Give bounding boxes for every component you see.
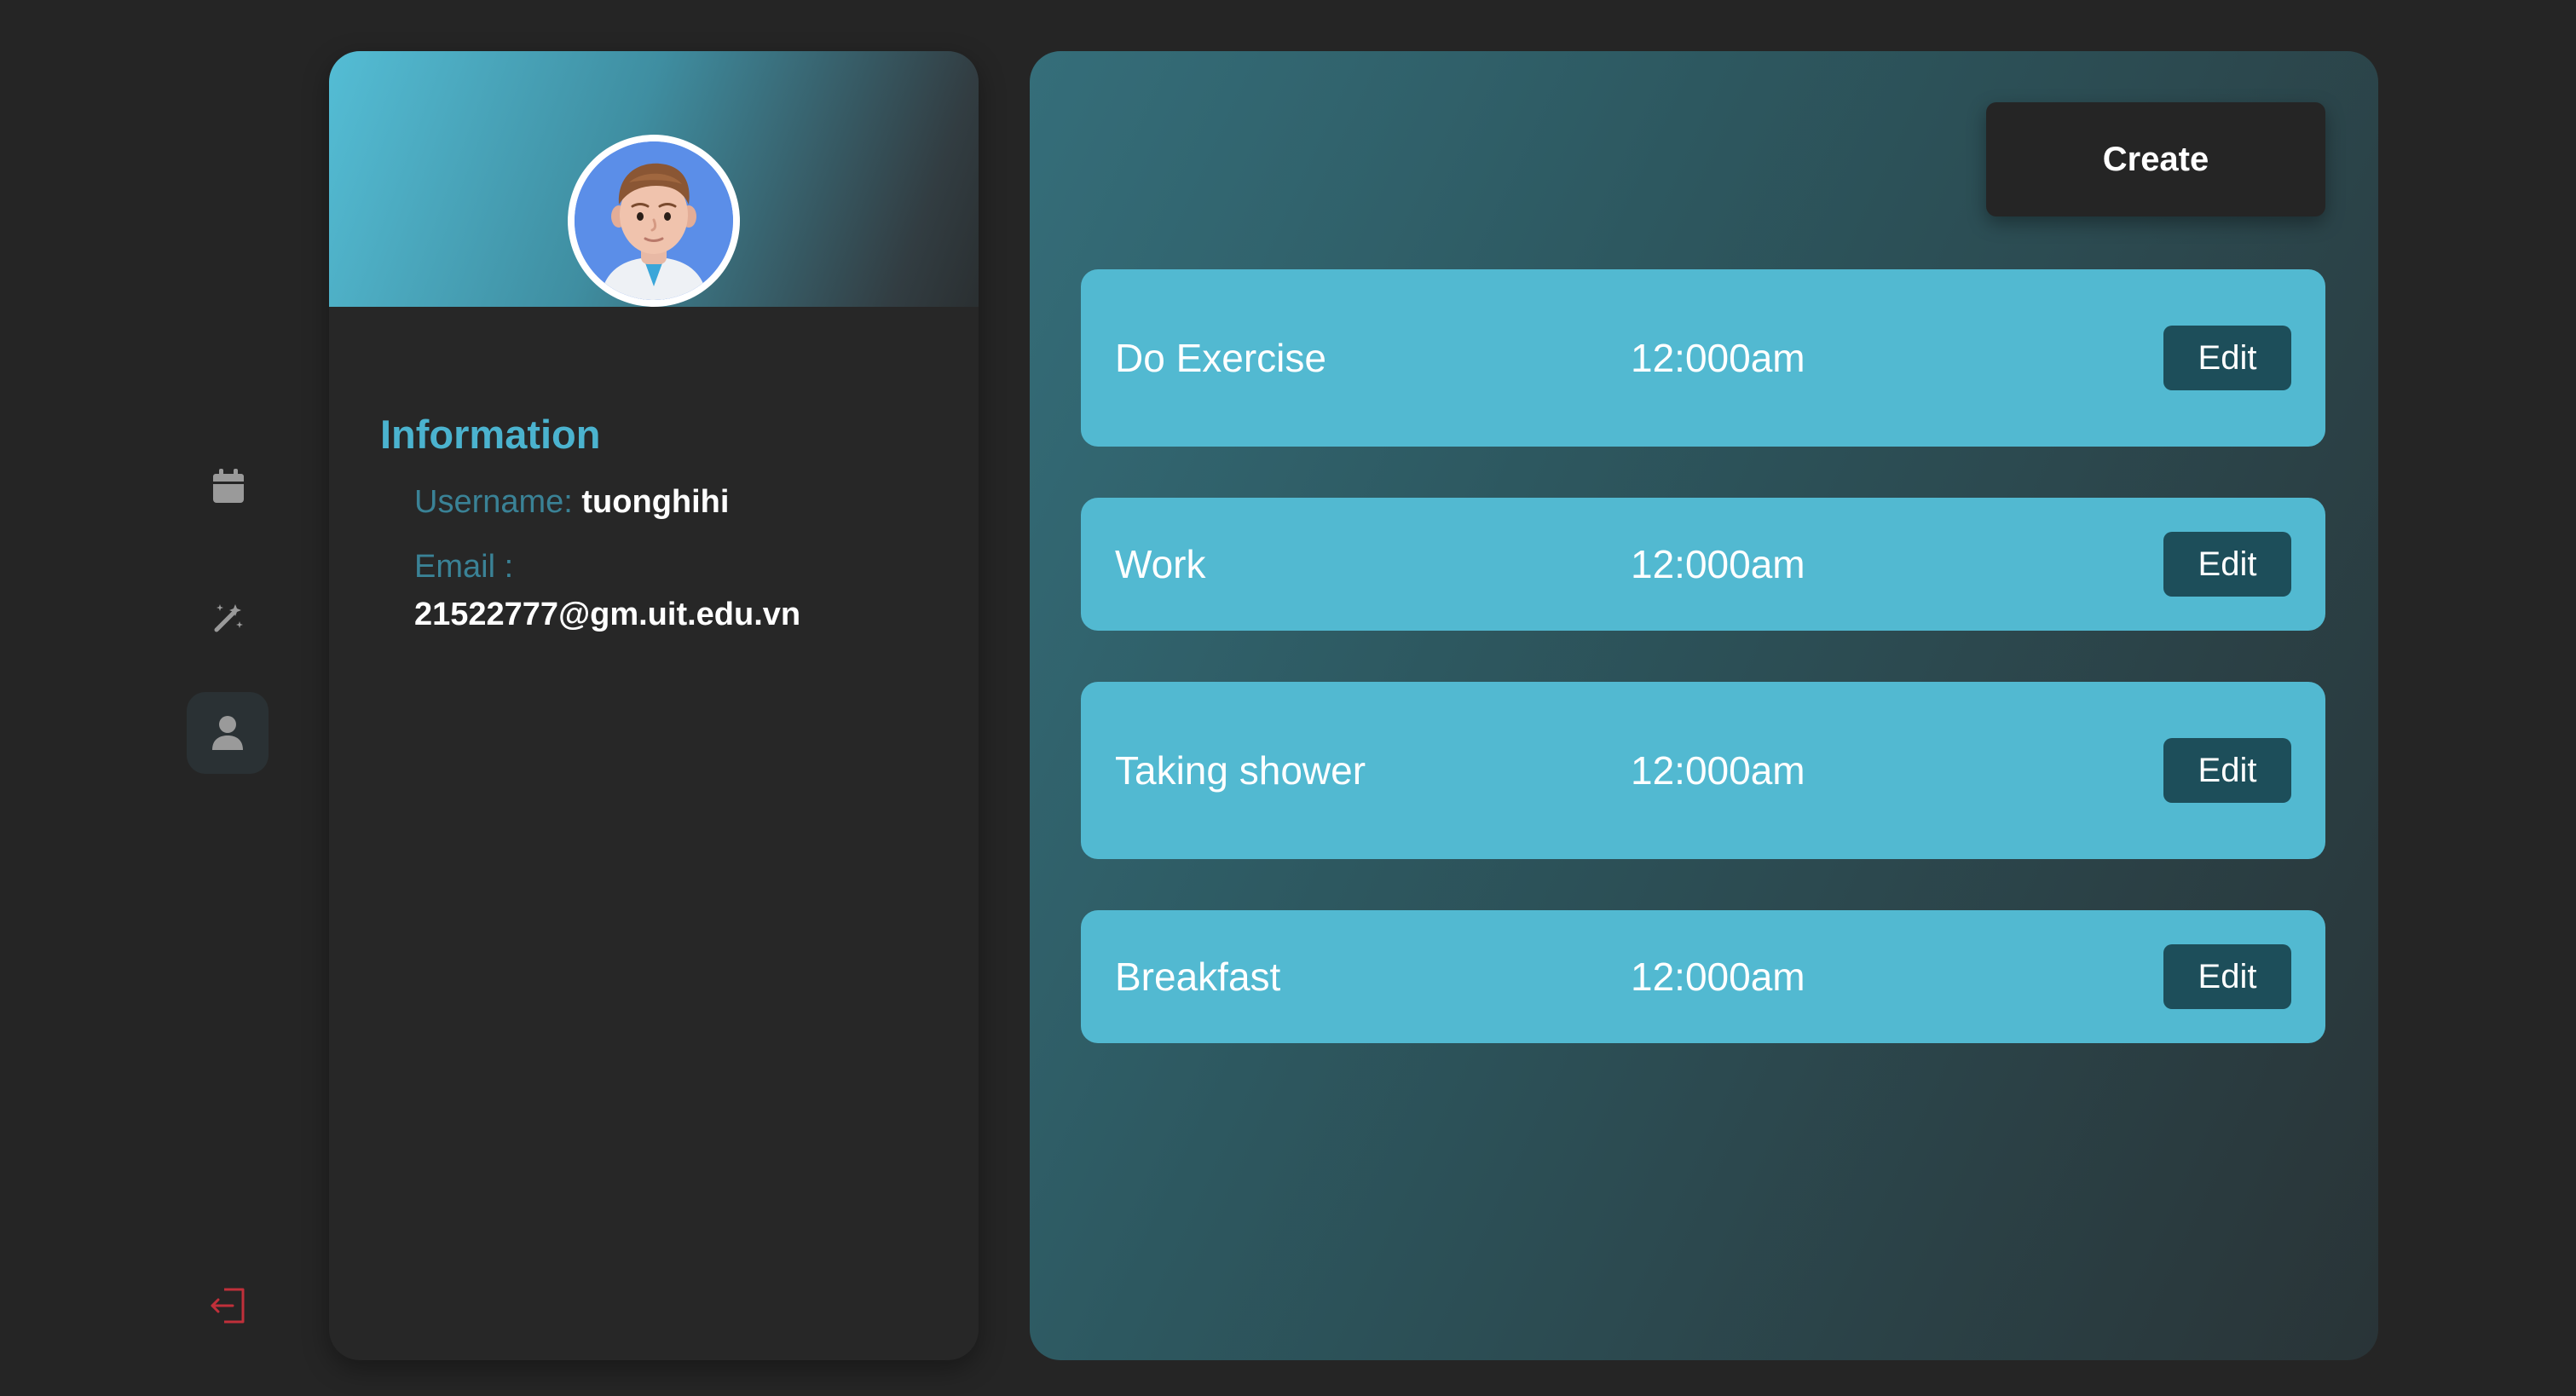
profile-panel: Information Username: tuonghihi Email : … xyxy=(329,51,979,1360)
task-card[interactable]: Taking shower 12:000am Edit xyxy=(1081,682,2325,859)
edit-button[interactable]: Edit xyxy=(2163,944,2291,1009)
avatar[interactable] xyxy=(575,141,733,300)
logout-icon xyxy=(211,1288,245,1324)
edit-button[interactable]: Edit xyxy=(2163,326,2291,390)
create-button[interactable]: Create xyxy=(1986,102,2325,216)
calendar-icon xyxy=(213,469,244,503)
app-root: Information Username: tuonghihi Email : … xyxy=(0,0,2576,1396)
username-label: Username: xyxy=(414,484,573,520)
avatar-frame xyxy=(568,135,740,307)
task-card[interactable]: Do Exercise 12:000am Edit xyxy=(1081,269,2325,447)
user-icon xyxy=(212,716,243,750)
task-name: Do Exercise xyxy=(1115,336,1326,380)
task-card[interactable]: Work 12:000am Edit xyxy=(1081,498,2325,631)
task-time: 12:000am xyxy=(1631,336,1805,380)
sidebar-item-calendar[interactable] xyxy=(188,445,269,527)
sidebar-item-magic[interactable] xyxy=(188,577,269,659)
avatar-illustration xyxy=(575,141,733,300)
tasks-panel: Create Do Exercise 12:000am Edit Work 12… xyxy=(1030,51,2378,1360)
task-time: 12:000am xyxy=(1631,542,1805,586)
logout-button[interactable] xyxy=(188,1265,269,1347)
username-value: tuonghihi xyxy=(581,484,730,520)
edit-button[interactable]: Edit xyxy=(2163,532,2291,597)
sidebar-item-profile[interactable] xyxy=(187,692,269,774)
task-card[interactable]: Breakfast 12:000am Edit xyxy=(1081,910,2325,1043)
magic-wand-icon xyxy=(214,604,243,632)
task-time: 12:000am xyxy=(1631,748,1805,793)
task-time: 12:000am xyxy=(1631,955,1805,999)
edit-button[interactable]: Edit xyxy=(2163,738,2291,803)
task-name: Taking shower xyxy=(1115,748,1366,793)
information-heading: Information xyxy=(380,412,601,457)
email-value: 21522777@gm.uit.edu.vn xyxy=(414,597,801,632)
task-name: Work xyxy=(1115,542,1206,586)
task-name: Breakfast xyxy=(1115,955,1281,999)
username-row: Username: tuonghihi xyxy=(414,484,729,521)
email-label: Email : xyxy=(414,549,514,585)
